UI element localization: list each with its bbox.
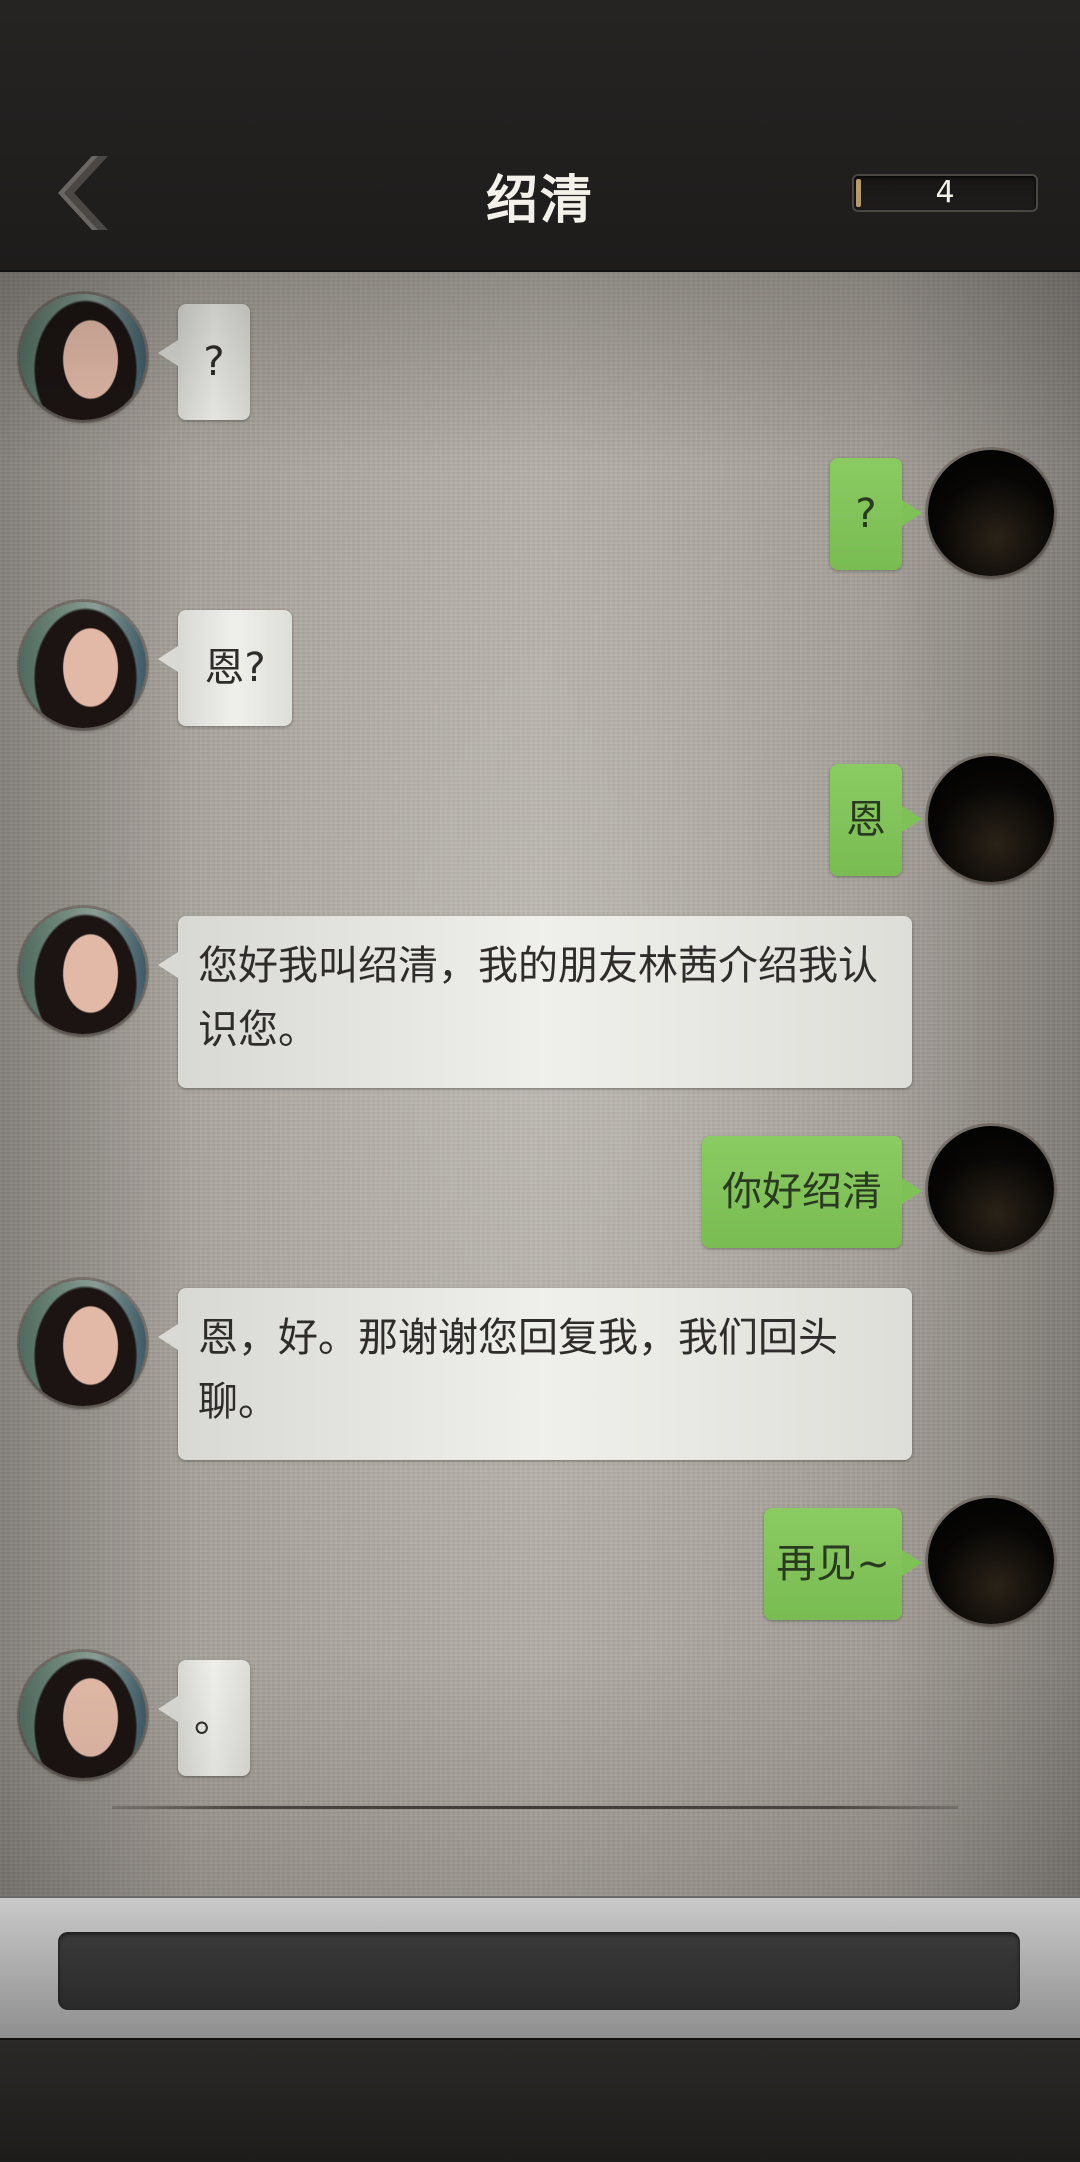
contact-avatar[interactable]	[20, 602, 146, 728]
top-bar: 绍清 4	[0, 0, 1080, 272]
contact-avatar[interactable]	[20, 1280, 146, 1406]
self-avatar[interactable]	[928, 756, 1054, 882]
counter-value: 4	[935, 175, 955, 210]
contact-message-bubble[interactable]: 您好我叫绍清，我的朋友林茜介绍我认识您。	[158, 916, 912, 1088]
self-message-bubble[interactable]: 再见~	[764, 1508, 922, 1620]
chat-end-divider	[112, 1806, 958, 1809]
self-message-bubble[interactable]: 你好绍清	[702, 1136, 922, 1248]
contact-avatar[interactable]	[20, 908, 146, 1034]
message-input[interactable]	[58, 1932, 1020, 2010]
bottom-bar	[0, 2038, 1080, 2162]
self-message-bubble[interactable]: ?	[830, 458, 922, 570]
contact-message-bubble[interactable]: 恩，好。那谢谢您回复我，我们回头聊。	[158, 1288, 912, 1460]
self-avatar[interactable]	[928, 1498, 1054, 1624]
contact-message-bubble[interactable]: ?	[158, 304, 250, 420]
self-avatar[interactable]	[928, 450, 1054, 576]
contact-message-bubble[interactable]: 。	[158, 1660, 250, 1776]
self-avatar[interactable]	[928, 1126, 1054, 1252]
contact-message-bubble[interactable]: 恩?	[158, 610, 292, 726]
contact-avatar[interactable]	[20, 294, 146, 420]
message-counter: 4	[852, 174, 1038, 212]
chat-area[interactable]: ? ? 恩? 恩 您好我叫绍清，我的朋友林茜介绍我认识您。 你好绍清 恩，好。那…	[0, 272, 1080, 1896]
contact-avatar[interactable]	[20, 1652, 146, 1778]
input-panel	[0, 1896, 1080, 2040]
self-message-bubble[interactable]: 恩	[830, 764, 922, 876]
